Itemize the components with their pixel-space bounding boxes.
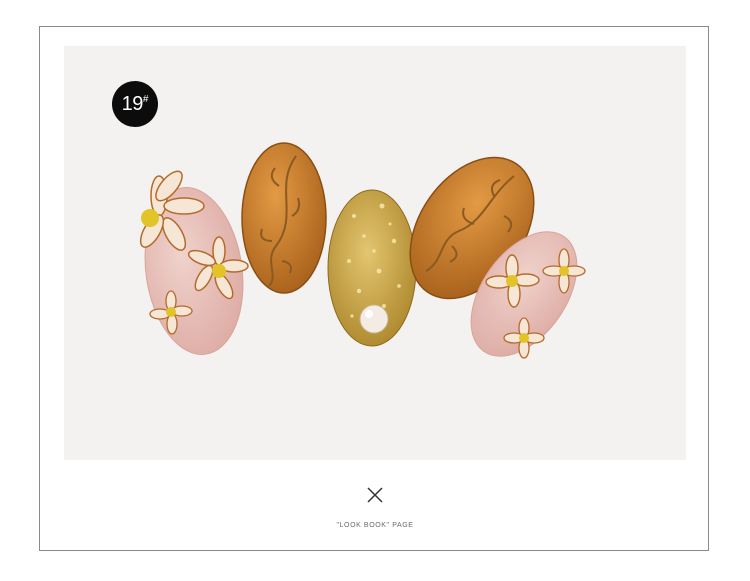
pink-floral-nail-left bbox=[139, 170, 249, 355]
badge-mark: # bbox=[142, 93, 149, 105]
number-badge: 19 # bbox=[112, 81, 158, 127]
gold-glitter-nail bbox=[327, 189, 417, 347]
look-book-caption: "LOOK BOOK" PAGE bbox=[336, 522, 414, 529]
amber-vine-nail-left bbox=[241, 142, 327, 294]
close-icon[interactable] bbox=[366, 486, 384, 504]
badge-number: 19 bbox=[121, 92, 144, 115]
